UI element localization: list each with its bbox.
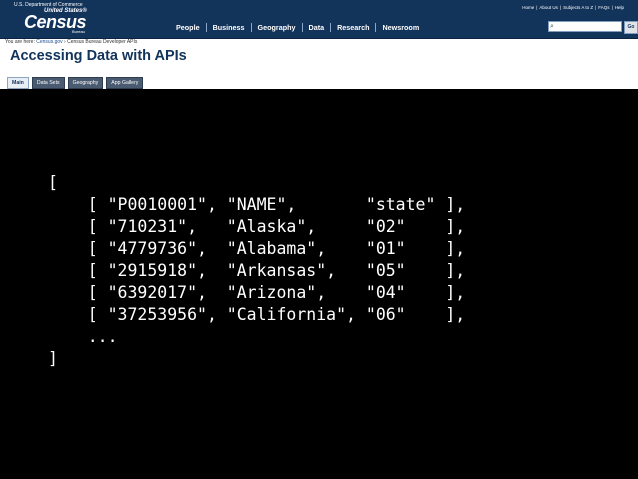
code-line: [ bbox=[48, 173, 58, 192]
breadcrumb-current: Census Bureau Developer APIs bbox=[67, 39, 138, 45]
nav-data[interactable]: Data bbox=[301, 22, 331, 32]
logo-bureau: Bureau bbox=[72, 29, 85, 34]
code-line: [ "2915918", "Arkansas", "05" ], bbox=[48, 261, 466, 280]
nav-newsroom[interactable]: Newsroom bbox=[375, 22, 425, 32]
util-link-subjects[interactable]: Subjects A to Z bbox=[561, 5, 595, 10]
census-logo[interactable]: United States® Census Bureau bbox=[12, 8, 94, 36]
code-line: [ "P0010001", "NAME", "state" ], bbox=[48, 195, 466, 214]
code-line: ... bbox=[48, 327, 118, 346]
code-line: [ "710231", "Alaska", "02" ], bbox=[48, 217, 466, 236]
util-link-about[interactable]: About Us bbox=[537, 5, 560, 10]
nav-research[interactable]: Research bbox=[330, 22, 375, 32]
util-link-faqs[interactable]: FAQs bbox=[596, 5, 611, 10]
util-link-help[interactable]: Help bbox=[613, 5, 626, 10]
json-code-block: [ [ "P0010001", "NAME", "state" ], [ "71… bbox=[48, 172, 465, 370]
code-line: [ "6392017", "Arizona", "04" ], bbox=[48, 283, 466, 302]
breadcrumb-prefix: You are here: bbox=[5, 39, 35, 45]
tab-data-sets[interactable]: Data Sets bbox=[31, 77, 65, 89]
nav-geography[interactable]: Geography bbox=[250, 22, 302, 32]
code-line: [ "37253956", "California", "06" ], bbox=[48, 305, 466, 324]
nav-people[interactable]: People bbox=[170, 23, 206, 32]
utility-links: Home | About Us | Subjects A to Z | FAQs | Help bbox=[520, 5, 626, 10]
tab-geography[interactable]: Geography bbox=[67, 77, 104, 89]
header-banner: U.S. Department of Commerce United State… bbox=[0, 0, 638, 39]
page-content: You are here: Census.gov › Census Bureau… bbox=[0, 39, 638, 89]
search-go-button[interactable]: Go bbox=[624, 21, 638, 34]
search-input[interactable]: ⌕ bbox=[548, 21, 622, 32]
code-line: [ "4779736", "Alabama", "01" ], bbox=[48, 239, 466, 258]
tab-app-gallery[interactable]: App Gallery bbox=[106, 77, 144, 89]
tab-main[interactable]: Main bbox=[7, 77, 29, 89]
nav-business[interactable]: Business bbox=[205, 22, 251, 32]
page-title: Accessing Data with APIs bbox=[10, 48, 187, 64]
breadcrumb-link-census[interactable]: Census.gov bbox=[36, 39, 62, 45]
code-line: ] bbox=[48, 349, 58, 368]
util-link-home[interactable]: Home bbox=[520, 5, 536, 10]
breadcrumb-separator: › bbox=[64, 39, 66, 45]
main-nav: People Business Geography Data Research … bbox=[170, 22, 425, 32]
search-icon: ⌕ bbox=[550, 23, 554, 30]
breadcrumb: You are here: Census.gov › Census Bureau… bbox=[5, 39, 137, 45]
tab-bar: Main Data Sets Geography App Gallery bbox=[7, 77, 146, 89]
